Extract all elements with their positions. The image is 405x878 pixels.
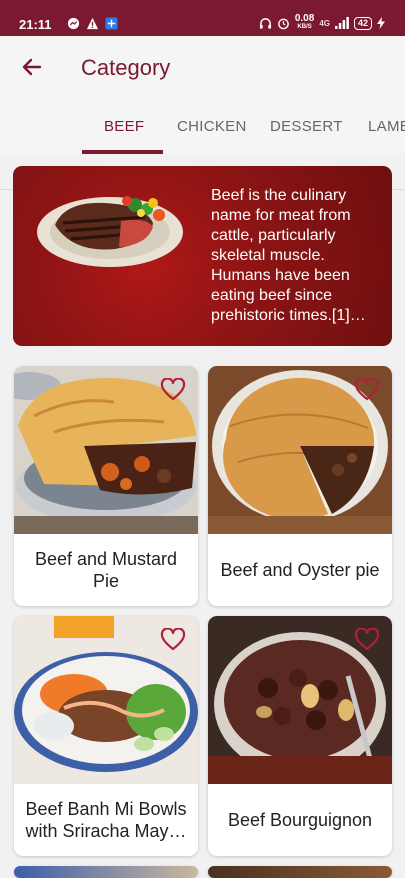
warning-icon xyxy=(86,17,99,30)
net-speed-value: 0.08 xyxy=(294,13,315,24)
meal-card[interactable]: Beef and Oyster pie xyxy=(208,366,392,606)
meal-card[interactable]: Beef Bourguignon xyxy=(208,616,392,856)
tab-lamb[interactable]: LAMB xyxy=(368,118,405,135)
meal-name: Beef and Mustard Pie xyxy=(34,549,178,591)
signal-icon xyxy=(334,17,349,29)
status-bar: 21:11 0.08 KB/S 4G 42 xyxy=(0,0,405,36)
app-notification-icon xyxy=(105,17,118,30)
net-speed-unit: KB/S xyxy=(297,24,312,30)
banner-description: Beef is the culinary name for meat from … xyxy=(211,187,366,324)
meal-card-partial[interactable] xyxy=(14,866,198,878)
meal-image xyxy=(14,866,198,878)
active-tab-indicator xyxy=(82,150,163,154)
app-bar: Category BEEF CHICKEN DESSERT LAMB xyxy=(0,36,405,190)
favorite-heart-icon[interactable] xyxy=(354,628,380,652)
favorite-heart-icon[interactable] xyxy=(160,628,186,652)
category-banner: Beef is the culinary name for meat from … xyxy=(13,166,392,346)
headphones-icon xyxy=(259,17,271,29)
tab-chicken[interactable]: CHICKEN xyxy=(177,118,247,135)
meal-card[interactable]: Beef and Mustard Pie xyxy=(14,366,198,606)
steak-plate-image xyxy=(37,196,183,267)
back-arrow-icon[interactable] xyxy=(20,55,44,79)
messenger-icon xyxy=(67,17,80,30)
meal-name: Beef Banh Mi Bowls with Sriracha May… xyxy=(25,799,187,841)
meal-card-partial[interactable] xyxy=(208,866,392,878)
network-type: 4G xyxy=(319,18,330,28)
category-tabs: BEEF CHICKEN DESSERT LAMB xyxy=(0,106,405,154)
favorite-heart-icon[interactable] xyxy=(160,378,186,402)
charging-icon xyxy=(377,17,385,29)
meal-card[interactable]: Beef Banh Mi Bowls with Sriracha May… xyxy=(14,616,198,856)
battery-indicator: 42 xyxy=(353,16,372,30)
meal-name: Beef and Oyster pie xyxy=(220,560,380,580)
alarm-icon xyxy=(278,18,289,29)
status-time: 21:11 xyxy=(19,17,52,32)
favorite-heart-icon[interactable] xyxy=(354,378,380,402)
meal-image xyxy=(208,866,392,878)
status-right-group: 0.08 KB/S 4G 42 xyxy=(259,13,385,31)
meal-name: Beef Bourguignon xyxy=(227,810,373,830)
page-title: Category xyxy=(81,55,171,80)
tab-dessert[interactable]: DESSERT xyxy=(270,118,343,135)
tab-beef[interactable]: BEEF xyxy=(104,118,144,135)
